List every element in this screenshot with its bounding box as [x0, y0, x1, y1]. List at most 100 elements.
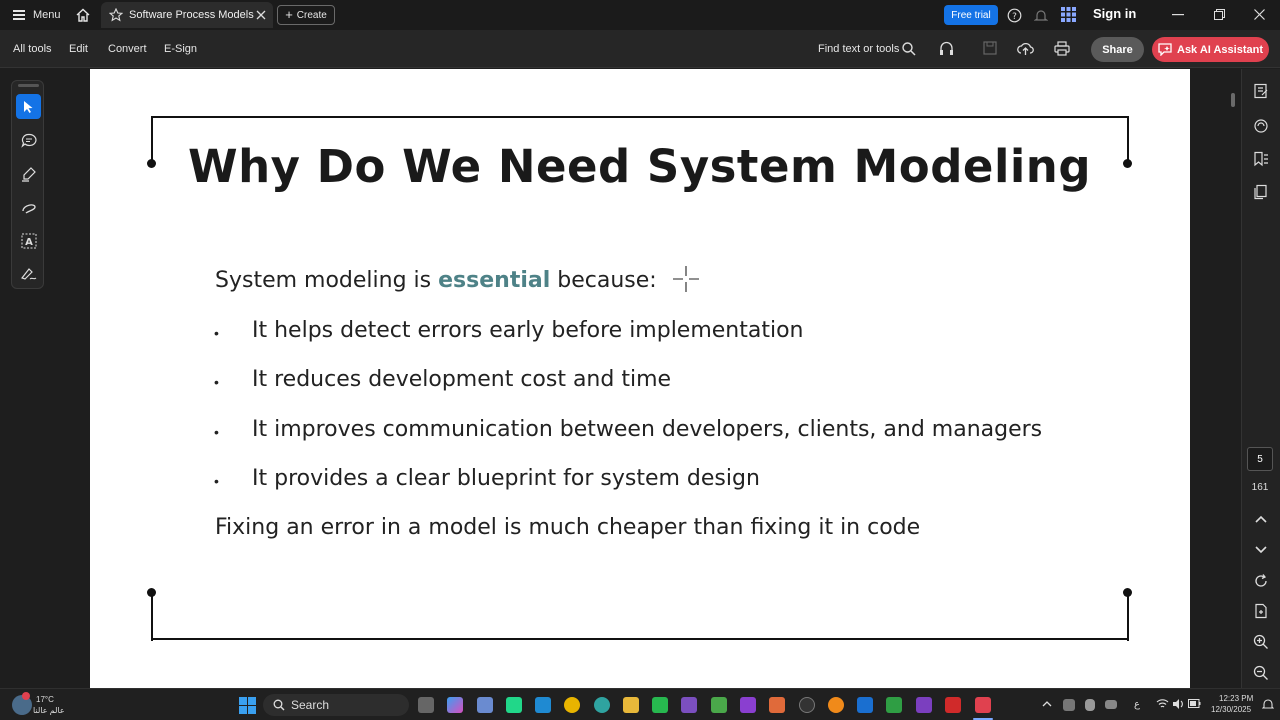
crosshair-cursor-icon: [673, 266, 699, 292]
vscode-icon[interactable]: [535, 697, 551, 713]
copilot-icon[interactable]: [447, 697, 463, 713]
close-tab-icon[interactable]: [256, 10, 266, 20]
pages-icon[interactable]: [1253, 184, 1269, 200]
frame-handle: [147, 159, 156, 168]
frame-handle: [1123, 588, 1132, 597]
file-explorer-icon[interactable]: [623, 697, 639, 713]
windows-start-icon[interactable]: [239, 697, 256, 714]
highlight-tool-button[interactable]: [16, 161, 41, 186]
tray-app-icon[interactable]: [1063, 699, 1075, 711]
text-tool-button[interactable]: A: [16, 228, 41, 253]
firefox-icon[interactable]: [828, 697, 844, 713]
frame-left-top-line: [151, 116, 153, 164]
acrobat-active-icon[interactable]: [975, 697, 991, 713]
quick-tools-panel: A: [11, 80, 44, 289]
battery-icon[interactable]: [1188, 699, 1201, 708]
zoom-out-icon[interactable]: [1253, 665, 1269, 681]
total-pages: 161: [1251, 482, 1269, 493]
drag-handle[interactable]: [18, 84, 39, 87]
search-icon: [273, 699, 285, 711]
draw-tool-button[interactable]: [16, 195, 41, 220]
app-3d-icon[interactable]: [477, 697, 493, 713]
jetbrains-icon[interactable]: [740, 697, 756, 713]
microphone-icon[interactable]: [1085, 699, 1095, 711]
free-trial-button[interactable]: Free trial: [944, 5, 998, 25]
right-tools-panel: [1241, 69, 1280, 688]
extract-page-icon[interactable]: [1253, 603, 1269, 619]
comment-tool-button[interactable]: [16, 128, 41, 153]
headphones-icon[interactable]: [939, 41, 954, 56]
taskbar-search[interactable]: Search: [263, 694, 409, 716]
zoom-in-icon[interactable]: [1253, 634, 1269, 650]
task-view-icon[interactable]: [418, 697, 434, 713]
chrome-icon[interactable]: [564, 697, 580, 713]
bullet-item: It provides a clear blueprint for system…: [252, 466, 760, 491]
app-purple-icon[interactable]: [916, 697, 932, 713]
volume-icon[interactable]: [1172, 698, 1185, 710]
rotate-icon[interactable]: [1253, 573, 1269, 589]
create-button[interactable]: + Create: [277, 5, 335, 25]
weather-caption: عالم عالنا: [33, 706, 65, 715]
minimize-icon[interactable]: [1172, 14, 1184, 16]
svg-text:A: A: [25, 237, 33, 248]
conclusion-line: Fixing an error in a model is much cheap…: [215, 515, 921, 540]
search-icon[interactable]: [902, 42, 916, 56]
bullet-dot: •: [214, 374, 219, 390]
keyboard-icon[interactable]: [1105, 700, 1117, 709]
clock-date[interactable]: 12/30/2025: [1211, 705, 1251, 714]
menu-edit[interactable]: Edit: [69, 43, 88, 55]
help-icon[interactable]: ?: [1007, 8, 1022, 23]
comments-panel-icon[interactable]: [1253, 118, 1269, 134]
sign-in-button[interactable]: Sign in: [1093, 6, 1136, 21]
wifi-icon[interactable]: [1156, 698, 1169, 710]
github-icon[interactable]: [799, 697, 815, 713]
find-tools-field[interactable]: Find text or tools: [818, 43, 899, 55]
close-window-icon[interactable]: [1254, 9, 1265, 20]
page-down-icon[interactable]: [1253, 541, 1269, 557]
upload-cloud-icon[interactable]: [1017, 41, 1034, 56]
outlook-icon[interactable]: [857, 697, 873, 713]
chevron-up-icon[interactable]: [1042, 700, 1052, 708]
language-indicator[interactable]: ع: [1134, 699, 1140, 710]
edge-icon[interactable]: [594, 697, 610, 713]
acrobat-icon[interactable]: [945, 697, 961, 713]
page-up-icon[interactable]: [1253, 512, 1269, 528]
star-icon[interactable]: [109, 8, 123, 22]
save-icon[interactable]: [983, 41, 997, 55]
lambda-app-icon[interactable]: [711, 697, 727, 713]
app-green-icon[interactable]: [652, 697, 668, 713]
xbox-icon[interactable]: [886, 697, 902, 713]
select-tool-button[interactable]: [16, 94, 41, 119]
comment-icon: [20, 133, 37, 148]
bullet-dot: •: [214, 424, 219, 440]
edit-document-icon[interactable]: [1253, 83, 1269, 99]
tab-title: Software Process Models: [129, 9, 254, 21]
xampp-icon[interactable]: [769, 697, 785, 713]
tab-document[interactable]: Software Process Models: [101, 2, 273, 28]
bell-icon[interactable]: [1034, 8, 1048, 23]
sign-tool-button[interactable]: [16, 261, 41, 286]
visual-studio-icon[interactable]: [681, 697, 697, 713]
vertical-scrollbar-thumb[interactable]: [1231, 93, 1235, 107]
restore-icon[interactable]: [1214, 9, 1225, 20]
pycharm-icon[interactable]: [506, 697, 522, 713]
frame-right-top-line: [1127, 116, 1129, 164]
clock-time[interactable]: 12:23 PM: [1219, 694, 1253, 703]
menu-convert[interactable]: Convert: [108, 43, 147, 55]
apps-grid-icon[interactable]: [1061, 7, 1076, 22]
menu-all-tools[interactable]: All tools: [13, 43, 52, 55]
intro-prefix: System modeling is: [215, 268, 439, 293]
menu-e-sign[interactable]: E-Sign: [164, 43, 197, 55]
ask-ai-assistant-button[interactable]: Ask AI Assistant: [1152, 37, 1269, 62]
notifications-bell-icon[interactable]: [1262, 698, 1274, 711]
intro-line: System modeling is essential because:: [215, 268, 657, 293]
text-box-icon: A: [21, 233, 36, 248]
bookmark-icon[interactable]: [1253, 151, 1269, 167]
bullet-item: It reduces development cost and time: [252, 367, 672, 392]
bullet-dot: •: [214, 473, 219, 489]
share-button[interactable]: Share: [1091, 37, 1144, 62]
current-page-input[interactable]: 5: [1247, 447, 1273, 471]
print-icon[interactable]: [1054, 41, 1070, 56]
home-icon[interactable]: [75, 7, 91, 23]
menu-button[interactable]: Menu: [0, 9, 70, 21]
